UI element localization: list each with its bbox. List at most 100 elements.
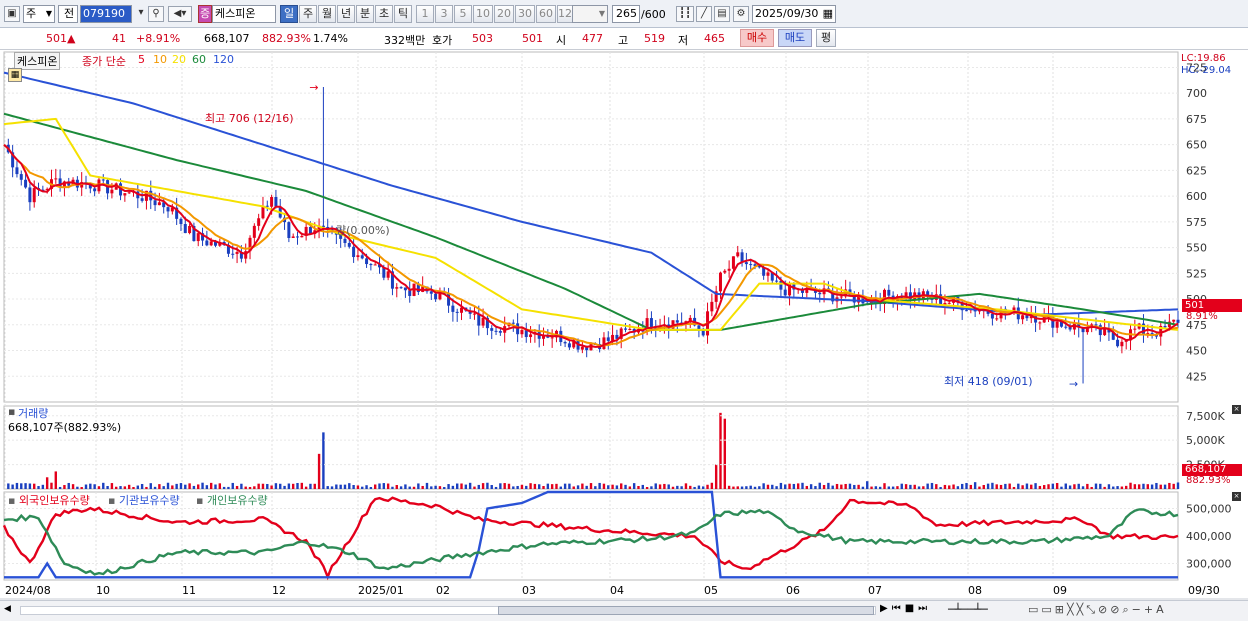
tab-period-0[interactable]: 일	[280, 5, 298, 23]
volume-bar	[218, 483, 222, 489]
volume-bar	[762, 483, 765, 489]
buy-button[interactable]: 매수	[740, 29, 774, 47]
volume-bar	[809, 484, 813, 489]
interval-button-30[interactable]: 30	[515, 5, 535, 23]
volume-bar	[641, 484, 644, 489]
volume-bar	[412, 486, 416, 489]
institution-holding-line	[4, 490, 1178, 579]
high-label: 고	[618, 34, 629, 47]
tab-period-4[interactable]: 분	[356, 5, 374, 23]
volume-bar	[7, 483, 10, 489]
volume-bar	[231, 482, 234, 489]
candle-body	[766, 272, 770, 276]
scroll-left-icon[interactable]: ◀	[4, 604, 11, 614]
candle-body	[235, 252, 239, 254]
interval-button-3[interactable]: 3	[435, 5, 453, 23]
search-icon[interactable]: ⚲	[148, 6, 164, 22]
stock-name-field[interactable]: 케스피온	[212, 5, 276, 23]
playback-controls[interactable]: ▶⏮■⏭	[880, 603, 931, 614]
chart-tools-icons[interactable]: ▭▭⊞╳╳⤡⊘⊘⌕−+A	[1028, 603, 1167, 617]
high-annotation: 최고 706 (12/16)	[205, 112, 294, 125]
interval-custom-input[interactable]: ▼	[572, 5, 608, 23]
volume-bar	[982, 484, 985, 489]
candle-body	[270, 197, 274, 207]
ask-price: 503	[472, 32, 493, 45]
average-button[interactable]: 평	[816, 29, 836, 47]
volume-bar	[840, 484, 843, 489]
chevron-down-icon[interactable]: ▾	[133, 6, 149, 22]
volume-bar	[63, 485, 66, 489]
tab-period-2[interactable]: 월	[318, 5, 336, 23]
candle-body	[947, 302, 951, 304]
volume-bar	[300, 482, 304, 489]
candle-icon[interactable]: ┇┇	[676, 6, 694, 22]
tab-period-5[interactable]: 초	[375, 5, 393, 23]
speaker-icon[interactable]: ◀▾	[168, 6, 192, 22]
scroll-thumb[interactable]	[498, 606, 874, 615]
volume-bar	[689, 485, 692, 489]
close-icon[interactable]: ×	[1232, 492, 1241, 501]
interval-button-20[interactable]: 20	[494, 5, 514, 23]
volume-bar	[261, 483, 265, 489]
volume-bar	[97, 486, 101, 489]
calendar-icon[interactable]: ▦	[823, 6, 833, 22]
chart-scrollbar[interactable]: ◀ ▶⏮■⏭ ─┴──┴─ ▭▭⊞╳╳⤡⊘⊘⌕−+A	[0, 600, 1248, 621]
volume-bar	[188, 483, 191, 489]
volume-bar	[1120, 486, 1124, 489]
interval-button-10[interactable]: 10	[473, 5, 493, 23]
draw-icon[interactable]: ╱	[696, 6, 712, 22]
volume-bar	[538, 484, 541, 489]
ma-legend-60: 60	[192, 53, 206, 66]
volume-bar	[520, 484, 524, 489]
volume-bar	[1064, 483, 1067, 489]
volume-bar	[184, 484, 187, 489]
candle-body	[127, 192, 131, 194]
interval-button-5[interactable]: 5	[454, 5, 472, 23]
candle-body	[1133, 328, 1137, 330]
tab-period-3[interactable]: 년	[337, 5, 355, 23]
stock-chart[interactable]: 425450475500525550575600625650675700725→…	[0, 50, 1248, 600]
candle-body	[1055, 321, 1059, 328]
volume-bar	[788, 483, 791, 489]
volume-bar	[766, 484, 770, 489]
volume-bar	[878, 486, 882, 489]
volume-bar	[162, 486, 165, 489]
volume-bar	[76, 486, 79, 489]
date-input[interactable]: 2025/09/30 ▦	[752, 5, 836, 23]
volume-bar	[149, 483, 152, 489]
volume-bar	[45, 477, 49, 489]
scope-select[interactable]: 전	[58, 5, 78, 23]
tab-period-6[interactable]: 틱	[394, 5, 412, 23]
low-label: 저	[678, 34, 689, 47]
sell-button[interactable]: 매도	[778, 29, 812, 47]
volume-bar	[861, 486, 865, 489]
volume-bar	[89, 483, 92, 489]
interval-button-1[interactable]: 1	[416, 5, 434, 23]
tab-period-1[interactable]: 주	[299, 5, 317, 23]
volume-bar	[395, 485, 398, 489]
volume-bar	[447, 484, 450, 489]
candle-body	[252, 225, 256, 238]
table-icon[interactable]: ▦	[8, 68, 22, 82]
count-input[interactable]: 265	[612, 5, 640, 23]
zoom-slider[interactable]: ─┴──┴─	[948, 603, 988, 616]
close-icon[interactable]: ×	[1232, 405, 1241, 414]
volume-bar	[1060, 486, 1063, 489]
volume-bar	[378, 483, 381, 489]
volume-pct: 882.93%	[262, 32, 311, 45]
volume-bar	[516, 485, 519, 489]
open-price: 477	[582, 32, 603, 45]
window-icon[interactable]: ▣	[4, 6, 20, 22]
market-select[interactable]: 주 ▼	[23, 5, 55, 23]
stock-code-input[interactable]: 079190	[80, 5, 132, 23]
candle-body	[347, 242, 351, 247]
volume-bar	[533, 483, 537, 489]
candle-body	[408, 290, 412, 296]
interval-button-60[interactable]: 60	[536, 5, 556, 23]
save-icon[interactable]: ▤	[714, 6, 730, 22]
volume-bar	[257, 483, 260, 489]
holding-legend-item-1: ▪ 기관보유수량	[108, 492, 180, 508]
volume-bar	[706, 484, 709, 489]
volume-bar	[1176, 482, 1180, 489]
gear-icon[interactable]: ⚙	[733, 6, 749, 22]
